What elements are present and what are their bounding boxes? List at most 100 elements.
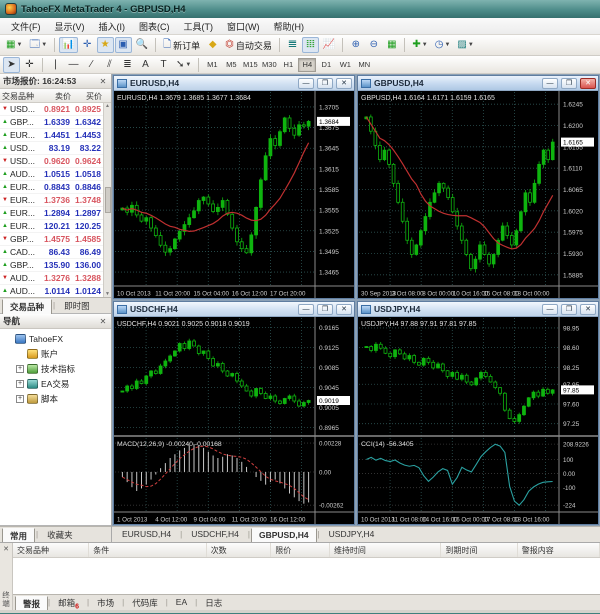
- profiles-button[interactable]: 🗔▼: [26, 37, 50, 53]
- scroll-up-icon[interactable]: ▲: [105, 103, 110, 109]
- timeframe-button-w1[interactable]: W1: [336, 58, 354, 72]
- close-button[interactable]: ✕: [336, 304, 352, 315]
- timeframe-button-d1[interactable]: D1: [317, 58, 335, 72]
- menu-item-6[interactable]: 帮助(H): [267, 18, 312, 35]
- terminal-col-6[interactable]: 警报内容: [518, 543, 600, 557]
- terminal-col-2[interactable]: 次数: [207, 543, 272, 557]
- market-watch-tab-1[interactable]: 即时图: [56, 299, 98, 315]
- timeframe-button-m1[interactable]: M1: [203, 58, 221, 72]
- market-watch-row[interactable]: ▲CAD...86.4386.49: [0, 246, 111, 259]
- crosshair-button[interactable]: ✛: [21, 57, 38, 73]
- chart-window-titlebar[interactable]: EURUSD,H4—❐✕: [114, 76, 354, 91]
- periods-button[interactable]: ◷▼: [432, 37, 454, 53]
- terminal-tab-4[interactable]: EA: [168, 596, 195, 610]
- chart-line-button[interactable]: 📈: [320, 37, 338, 53]
- minimize-button[interactable]: —: [542, 78, 558, 89]
- trendline-button[interactable]: ∕: [83, 57, 100, 73]
- market-watch-row[interactable]: ▼USD...0.89210.8925: [0, 103, 111, 116]
- close-button[interactable]: ✕: [580, 78, 596, 89]
- market-watch-row[interactable]: ▼GBP...1.45751.4585: [0, 233, 111, 246]
- cursor-button[interactable]: ➤: [3, 57, 20, 73]
- market-watch-row[interactable]: ▼USD...0.96200.9624: [0, 155, 111, 168]
- market-watch-row[interactable]: ▲GBP...1.63391.6342: [0, 116, 111, 129]
- vertical-line-button[interactable]: ❘: [47, 57, 64, 73]
- timeframe-button-m30[interactable]: M30: [260, 58, 278, 72]
- menu-item-2[interactable]: 插入(I): [92, 18, 133, 35]
- menu-item-3[interactable]: 图表(C): [132, 18, 177, 35]
- terminal-col-1[interactable]: 条件: [89, 543, 206, 557]
- timeframe-button-m5[interactable]: M5: [222, 58, 240, 72]
- minimize-button[interactable]: —: [542, 304, 558, 315]
- chart-canvas-gbpusd[interactable]: 1.62451.62001.61551.61101.60651.60201.59…: [358, 91, 598, 298]
- new-order-button[interactable]: 🗋新订单: [160, 37, 203, 53]
- label-button[interactable]: T: [155, 57, 172, 73]
- minimize-button[interactable]: —: [298, 304, 314, 315]
- fibonacci-button[interactable]: ≣: [119, 57, 136, 73]
- chart-bars-button[interactable]: 𝌆: [284, 37, 301, 53]
- restore-button[interactable]: ❐: [317, 304, 333, 315]
- market-watch-col-2[interactable]: 买价: [73, 89, 104, 102]
- market-watch-col-1[interactable]: 卖价: [42, 89, 73, 102]
- market-watch-row[interactable]: ▲AUD...1.05151.0518: [0, 168, 111, 181]
- close-button[interactable]: ✕: [580, 304, 596, 315]
- market-watch-row[interactable]: ▲AUD...1.01141.0124: [0, 285, 111, 297]
- navigator-item-2[interactable]: +EA交易: [0, 376, 111, 391]
- expand-icon[interactable]: +: [16, 395, 24, 403]
- horizontal-line-button[interactable]: ―: [65, 57, 82, 73]
- timeframe-button-mn[interactable]: MN: [355, 58, 373, 72]
- chart-tab-usdjpy[interactable]: USDJPY,H4: [321, 528, 383, 542]
- market-watch-row[interactable]: ▲EUR...1.44511.4453: [0, 129, 111, 142]
- timeframe-button-h4[interactable]: H4: [298, 58, 316, 72]
- scroll-down-icon[interactable]: ▼: [105, 291, 110, 297]
- navigator-toggle[interactable]: ★: [97, 37, 114, 53]
- zoom-out-button[interactable]: ⊖: [365, 37, 382, 53]
- autotrading-button[interactable]: ⏣自动交易: [222, 37, 275, 53]
- market-watch-row[interactable]: ▼AUD...1.32761.3288: [0, 272, 111, 285]
- tile-windows-button[interactable]: ▦: [383, 37, 400, 53]
- market-watch-scrollbar[interactable]: ▲ ▼: [103, 103, 111, 297]
- text-button[interactable]: A: [137, 57, 154, 73]
- templates-button[interactable]: ▨▼: [454, 37, 476, 53]
- strategy-tester-toggle[interactable]: 🔍: [133, 37, 151, 53]
- channel-button[interactable]: ⫽: [101, 57, 118, 73]
- scrollbar-thumb[interactable]: [105, 187, 111, 213]
- navigator-item-0[interactable]: 账户: [0, 346, 111, 361]
- expand-icon[interactable]: +: [16, 365, 24, 373]
- new-chart-button[interactable]: ▦▼: [3, 37, 25, 53]
- market-watch-row[interactable]: ▲EUR...0.88430.8846: [0, 181, 111, 194]
- chart-canvas-eurusd[interactable]: 1.37051.36751.36451.36151.35851.35551.35…: [114, 91, 354, 298]
- market-watch-row[interactable]: ▼EUR...1.37361.3748: [0, 194, 111, 207]
- timeframe-button-h1[interactable]: H1: [279, 58, 297, 72]
- terminal-col-4[interactable]: 维持时间: [330, 543, 442, 557]
- restore-button[interactable]: ❐: [317, 78, 333, 89]
- chart-window-titlebar[interactable]: USDJPY,H4—❐✕: [358, 302, 598, 317]
- terminal-col-3[interactable]: 限价: [271, 543, 330, 557]
- menu-item-0[interactable]: 文件(F): [4, 18, 48, 35]
- restore-button[interactable]: ❐: [561, 78, 577, 89]
- minimize-button[interactable]: —: [298, 78, 314, 89]
- market-watch-row[interactable]: ▲EUR...1.28941.2897: [0, 207, 111, 220]
- navigator-root[interactable]: TahoeFX: [0, 331, 111, 346]
- chart-tab-usdchf[interactable]: USDCHF,H4: [183, 528, 247, 542]
- arrows-button[interactable]: ➘▼: [173, 57, 194, 73]
- metaeditor-button[interactable]: ◆: [204, 37, 221, 53]
- market-watch-row[interactable]: ▲GBP...135.90136.00: [0, 259, 111, 272]
- navigator-item-3[interactable]: +脚本: [0, 391, 111, 406]
- chart-tab-eurusd[interactable]: EURUSD,H4: [114, 528, 179, 542]
- close-button[interactable]: ✕: [336, 78, 352, 89]
- market-watch-row[interactable]: ▲EUR...120.21120.25: [0, 220, 111, 233]
- indicators-button[interactable]: ✚▼: [409, 37, 430, 53]
- market-watch-row[interactable]: ▲USD...83.1983.22: [0, 142, 111, 155]
- chart-canvas-usdchf[interactable]: 0.91650.91250.90850.90450.90050.89650.90…: [114, 317, 354, 524]
- restore-button[interactable]: ❐: [561, 304, 577, 315]
- terminal-toggle[interactable]: ▣: [115, 37, 132, 53]
- terminal-col-0[interactable]: 交易品种: [13, 543, 89, 557]
- data-window-toggle[interactable]: ✛: [79, 37, 96, 53]
- navigator-item-1[interactable]: +技术指标: [0, 361, 111, 376]
- market-watch-col-0[interactable]: 交易品种: [0, 89, 42, 102]
- chart-candles-button[interactable]: 𝍖: [302, 37, 319, 53]
- chart-canvas-usdjpy[interactable]: 98.9598.6098.2597.9597.6097.2597.85USDJP…: [358, 317, 598, 524]
- chart-window-titlebar[interactable]: USDCHF,H4—❐✕: [114, 302, 354, 317]
- chart-tab-gbpusd[interactable]: GBPUSD,H4: [251, 528, 317, 543]
- menu-item-5[interactable]: 窗口(W): [220, 18, 267, 35]
